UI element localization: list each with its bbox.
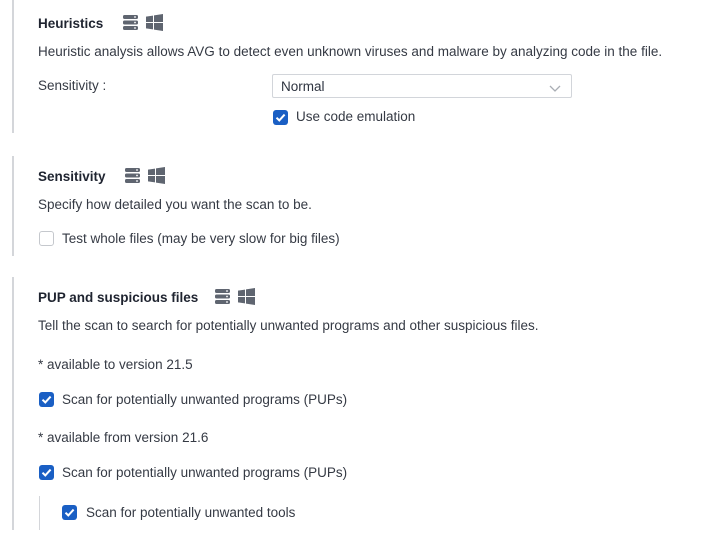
windows-logo-icon bbox=[146, 14, 163, 31]
check-icon bbox=[41, 468, 52, 477]
sensitivity-platform-icons bbox=[124, 167, 165, 184]
server-stack-icon bbox=[122, 14, 139, 31]
scan-unwanted-tools-label[interactable]: Scan for potentially unwanted tools bbox=[86, 505, 295, 520]
sensitivity-select-value: Normal bbox=[281, 79, 325, 94]
heuristics-platform-icons bbox=[122, 14, 163, 31]
windows-logo-icon bbox=[238, 288, 255, 305]
scan-pups-new-checkbox[interactable] bbox=[39, 465, 54, 480]
scan-pups-old-label[interactable]: Scan for potentially unwanted programs (… bbox=[62, 392, 347, 407]
scan-pups-old-checkbox[interactable] bbox=[39, 392, 54, 407]
heuristics-title: Heuristics bbox=[38, 16, 104, 31]
check-icon bbox=[64, 508, 75, 517]
code-emulation-label[interactable]: Use code emulation bbox=[296, 109, 415, 124]
check-icon bbox=[275, 113, 286, 122]
sensitivity-label: Sensitivity : bbox=[38, 78, 107, 93]
server-stack-icon bbox=[214, 288, 231, 305]
chevron-down-icon bbox=[549, 81, 561, 96]
check-icon bbox=[41, 395, 52, 404]
version-note-from: * available from version 21.6 bbox=[38, 430, 209, 445]
scan-unwanted-tools-checkbox[interactable] bbox=[62, 505, 77, 520]
pup-description: Tell the scan to search for potentially … bbox=[38, 318, 539, 333]
version-note-to: * available to version 21.5 bbox=[38, 357, 193, 372]
code-emulation-checkbox[interactable] bbox=[273, 110, 288, 125]
heuristics-description: Heuristic analysis allows AVG to detect … bbox=[38, 44, 663, 59]
pup-title: PUP and suspicious files bbox=[38, 290, 199, 305]
sensitivity-description: Specify how detailed you want the scan t… bbox=[38, 197, 312, 212]
scan-pups-new-label[interactable]: Scan for potentially unwanted programs (… bbox=[62, 465, 347, 480]
windows-logo-icon bbox=[148, 167, 165, 184]
sensitivity-title: Sensitivity bbox=[38, 169, 106, 184]
nested-option-rule bbox=[39, 496, 40, 530]
server-stack-icon bbox=[124, 167, 141, 184]
test-whole-files-label[interactable]: Test whole files (may be very slow for b… bbox=[62, 231, 340, 246]
sensitivity-select[interactable]: Normal bbox=[272, 74, 572, 98]
test-whole-files-checkbox[interactable] bbox=[39, 231, 54, 246]
pup-platform-icons bbox=[214, 288, 255, 305]
